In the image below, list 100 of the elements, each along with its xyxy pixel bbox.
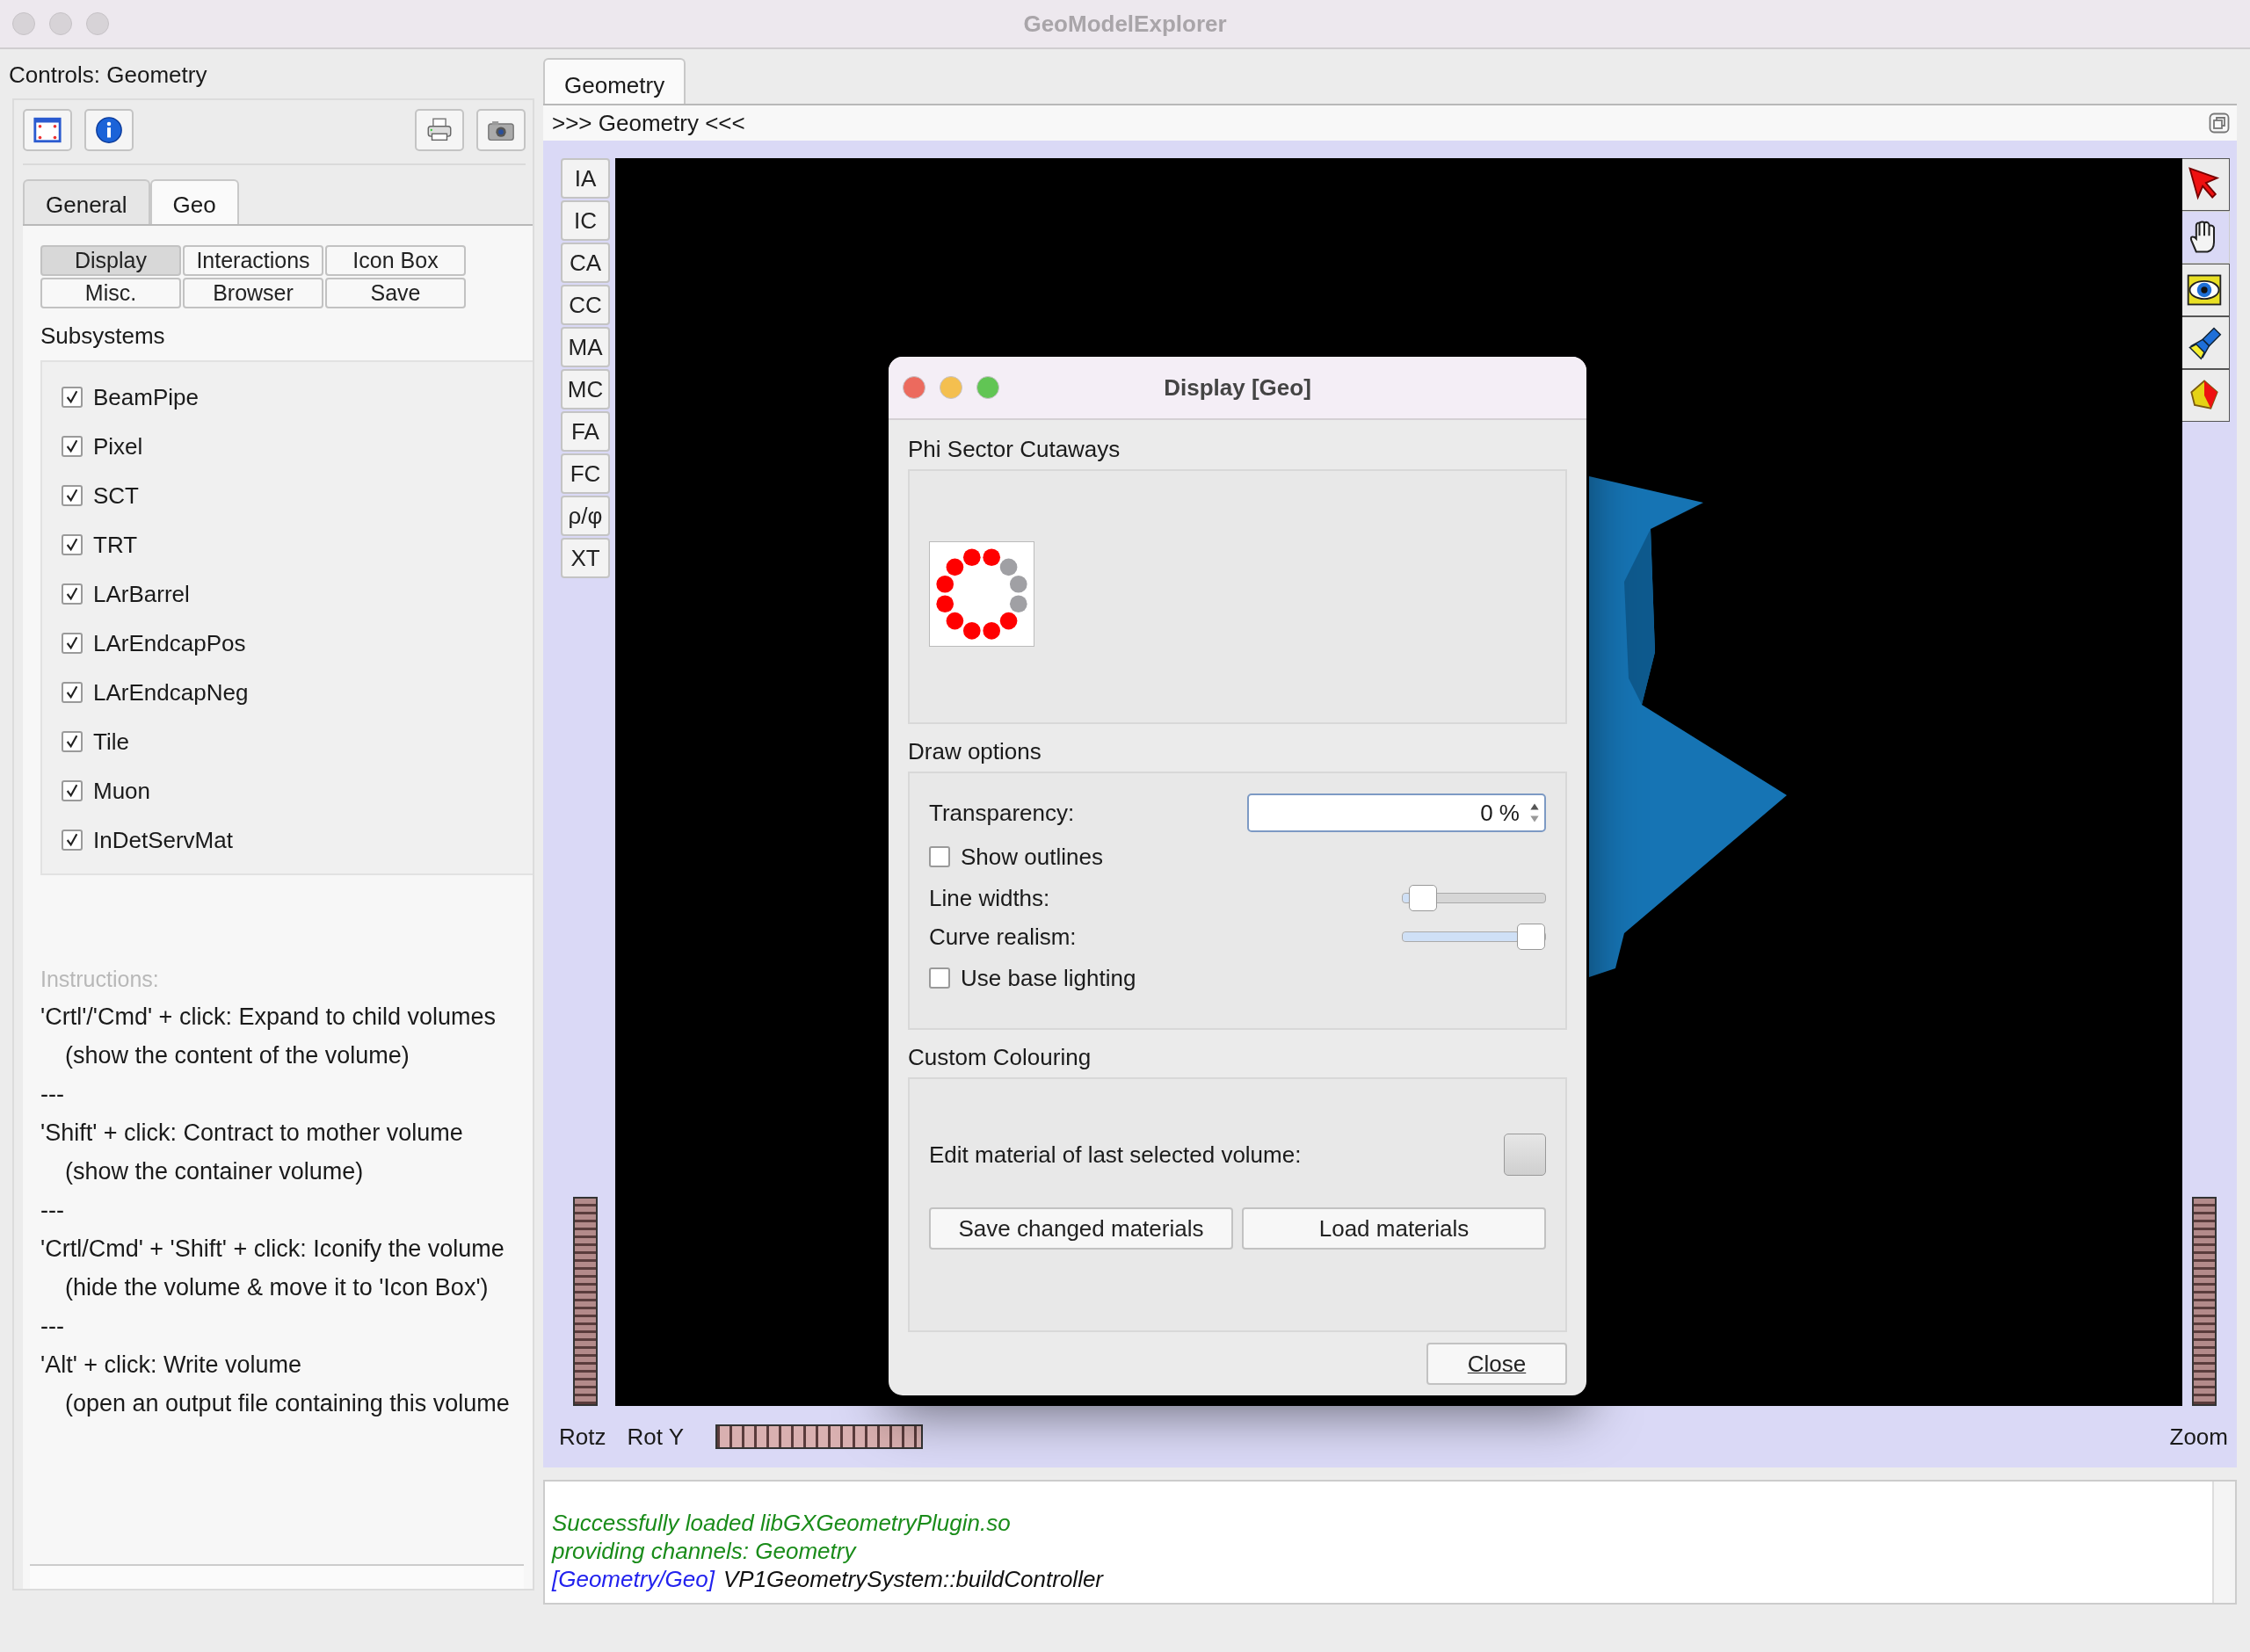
checkbox[interactable] [62,534,83,555]
colour-swatch-button[interactable] [1504,1134,1546,1176]
checkmark-icon [65,489,79,503]
page-button[interactable]: Display [40,245,181,276]
instruction-text: 'Shift' + click: Contract to mother volume [40,1119,464,1147]
page-button[interactable]: Interactions [183,245,323,276]
viewer-title: >>> Geometry <<< [552,109,745,137]
camera-button[interactable] [476,109,526,151]
checkmark-icon [65,685,79,699]
view-button[interactable]: IC [561,200,610,241]
view-button[interactable]: ρ/φ [561,496,610,536]
checkbox-label: Muon [93,777,151,805]
vertical-scrollbar[interactable] [2212,1482,2235,1603]
wheel-label: Rotz [559,1423,606,1451]
wheel-label: Rot Y [627,1423,685,1451]
page-button[interactable]: Icon Box [325,245,466,276]
tab[interactable]: Geometry [543,58,686,104]
instruction-text: (show the container volume) [64,1158,365,1185]
checkbox[interactable] [62,583,83,605]
log-source: [Geometry/Geo] [552,1566,715,1592]
view-button[interactable]: CA [561,243,610,283]
checkbox[interactable] [62,387,83,408]
page-button[interactable]: Save [325,278,466,308]
checkbox-label: Use base lighting [961,964,1136,992]
log-message: Successfully loaded libGXGeometryPlugin.so [552,1510,1011,1536]
restore-window-icon [2209,112,2230,134]
checkbox[interactable] [62,485,83,506]
page-button[interactable]: Browser [183,278,323,308]
view-button[interactable]: FC [561,453,610,494]
checkbox-label: LArEndcapNeg [93,678,249,706]
checkbox-label: InDetServMat [93,826,233,854]
instruction-text: (show the content of the volume) [64,1042,410,1069]
instruction-text: --- [40,1081,65,1108]
transparency-spinbox[interactable]: 0 % [1247,793,1546,832]
field-label: Edit material of last selected volume: [929,1141,1302,1169]
sector-dots-drawing[interactable] [929,541,1034,647]
panel-title: Controls: Geometry [8,62,207,90]
slider-label: Line widths: [929,884,1051,912]
checkmark-icon [65,636,79,650]
checkbox[interactable] [62,633,83,654]
slider-handle[interactable] [1408,885,1437,911]
group-heading: Phi Sector Cutaways [908,436,1121,464]
checkbox[interactable] [62,780,83,801]
checkbox-label: LArEndcapPos [93,629,246,657]
instruction-text: --- [40,1197,65,1224]
view-button[interactable]: MC [561,369,610,409]
checkbox[interactable] [62,830,83,851]
thumbwheel[interactable] [715,1424,924,1449]
instruction-text: 'Alt' + click: Write volume [40,1351,303,1379]
dialog-button[interactable]: Save changed materials [929,1207,1233,1250]
horizontal-scrollbar[interactable] [30,1564,524,1589]
log-message: providing channels: Geometry [552,1538,856,1564]
checkbox-label: Show outlines [961,843,1103,871]
checkbox-label: BeamPipe [93,383,199,411]
printer-button[interactable] [415,109,464,151]
checkbox[interactable] [62,731,83,752]
checkmark-icon [65,833,79,847]
wheel-label: Zoom [2169,1423,2228,1451]
log-message: VP1GeometrySystem::buildController [722,1566,1104,1592]
dialog-title: Display [Geo] [1164,373,1311,402]
window-control-button[interactable] [903,376,925,399]
window-title: GeoModelExplorer [1023,10,1227,38]
close-button[interactable]: Close [1426,1343,1567,1385]
info-button[interactable] [84,109,134,151]
view-button[interactable]: FA [561,411,610,452]
checkbox[interactable] [62,682,83,703]
checkbox[interactable] [929,846,950,867]
slider-label: Curve realism: [929,923,1078,951]
info-icon [94,115,124,145]
slider-fill [1403,894,1410,902]
slider-handle[interactable] [1517,924,1545,950]
frame-button[interactable] [23,109,72,151]
thumbwheel[interactable] [2192,1197,2217,1406]
dialog-button[interactable]: Load materials [1242,1207,1546,1250]
page-button[interactable]: Misc. [40,278,181,308]
checkbox-label: TRT [93,531,138,559]
checkmark-icon [65,439,79,453]
tab[interactable]: Geo [149,179,239,224]
checkbox-label: SCT [93,482,139,510]
instruction-text: 'Crtl/Cmd' + 'Shift' + click: Iconify the volume [40,1235,505,1263]
checkbox[interactable] [929,967,950,989]
tab[interactable]: General [23,179,150,224]
view-button[interactable]: CC [561,285,610,325]
instructions-heading: Instructions: [40,967,160,992]
instruction-text: --- [40,1313,65,1340]
instruction-text: (hide the volume & move it to 'Icon Box') [64,1274,490,1301]
field-label: Transparency: [929,799,1076,827]
checkmark-icon [65,538,79,552]
checkbox[interactable] [62,436,83,457]
view-button[interactable]: XT [561,538,610,578]
checkbox-label: Tile [93,728,129,756]
thumbwheel[interactable] [573,1197,598,1406]
view-button[interactable]: MA [561,327,610,367]
frame-icon [33,115,62,145]
view-button[interactable]: IA [561,158,610,199]
checkmark-icon [65,735,79,749]
instruction-text: 'Crtl'/'Cmd' + click: Expand to child volumes [40,1004,497,1031]
checkbox-label: LArBarrel [93,580,190,608]
checkmark-icon [65,784,79,798]
group-heading: Draw options [908,738,1042,766]
